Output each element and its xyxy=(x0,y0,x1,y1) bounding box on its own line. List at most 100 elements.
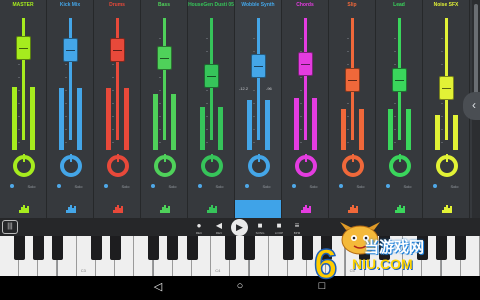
pan-knob[interactable] xyxy=(12,154,35,177)
mute-toggle[interactable] xyxy=(385,184,390,188)
channel-type-icon[interactable] xyxy=(394,204,406,213)
mixer-strip-4[interactable]: Bass Solo xyxy=(141,0,188,218)
mute-toggle[interactable] xyxy=(9,184,14,188)
solo-button[interactable]: Solo xyxy=(357,184,365,189)
fader-scale-tick xyxy=(440,103,443,104)
mixer-strip-5[interactable]: HouseGen Dusti 05 Solo xyxy=(188,0,235,218)
mute-toggle[interactable] xyxy=(103,184,108,188)
tempo-icon[interactable]: ≡ xyxy=(291,221,303,230)
level-meter xyxy=(293,98,299,150)
mixer-strip-7[interactable]: Chords Solo xyxy=(282,0,329,218)
fader-scale-tick xyxy=(393,129,396,130)
pan-knob[interactable] xyxy=(294,154,317,177)
piano-black-key[interactable] xyxy=(186,236,198,260)
mute-toggle[interactable] xyxy=(197,184,202,188)
volume-fader[interactable] xyxy=(63,38,78,62)
fader-track[interactable] xyxy=(116,18,119,140)
selected-channel-indicator[interactable] xyxy=(235,200,281,218)
pan-knob[interactable] xyxy=(388,154,411,177)
watermark-brand: 6 xyxy=(314,240,337,282)
piano-black-key[interactable] xyxy=(167,236,179,260)
fader-scale-tick xyxy=(252,103,255,104)
pan-knob[interactable] xyxy=(247,154,270,177)
fader-track[interactable] xyxy=(69,18,72,140)
solo-button[interactable]: Solo xyxy=(169,184,177,189)
mixer-strip-2[interactable]: Kick Mix Solo xyxy=(47,0,94,218)
volume-fader[interactable] xyxy=(439,76,454,100)
piano-black-key[interactable] xyxy=(32,236,44,260)
piano-black-key[interactable] xyxy=(224,236,236,260)
fader-scale-tick xyxy=(252,90,255,91)
channel-type-icon[interactable] xyxy=(112,204,124,213)
fader-scale-tick xyxy=(205,38,208,39)
channel-type-icon[interactable] xyxy=(441,204,453,213)
pattern-icon[interactable]: ■ xyxy=(254,221,266,230)
volume-fader[interactable] xyxy=(298,52,313,76)
solo-button[interactable]: Solo xyxy=(75,184,83,189)
channel-type-icon[interactable] xyxy=(18,204,30,213)
strip-name: HouseGen Dusti 05 xyxy=(188,2,234,8)
mute-toggle[interactable] xyxy=(291,184,296,188)
fader-track[interactable] xyxy=(163,18,166,140)
pan-knob[interactable] xyxy=(341,154,364,177)
fader-scale-tick xyxy=(158,38,161,39)
fader-track[interactable] xyxy=(257,18,260,140)
mixer-strip-9[interactable]: Lead Solo xyxy=(376,0,423,218)
channel-type-icon[interactable] xyxy=(347,204,359,213)
volume-fader[interactable] xyxy=(392,68,407,92)
pan-knob[interactable] xyxy=(435,154,458,177)
record-icon[interactable]: ● xyxy=(193,221,205,230)
piano-black-key[interactable] xyxy=(148,236,160,260)
mute-toggle[interactable] xyxy=(150,184,155,188)
pan-knob-center xyxy=(392,159,407,173)
level-meter xyxy=(340,109,346,150)
solo-button[interactable]: Solo xyxy=(28,184,36,189)
pan-knob[interactable] xyxy=(59,154,82,177)
channel-type-icon[interactable] xyxy=(159,204,171,213)
volume-fader[interactable] xyxy=(345,68,360,92)
fader-scale-tick xyxy=(158,90,161,91)
solo-button[interactable]: Solo xyxy=(216,184,224,189)
volume-fader[interactable] xyxy=(204,64,219,88)
mixer-strip-1[interactable]: MASTER Solo xyxy=(0,0,47,218)
channel-type-icon[interactable] xyxy=(300,204,312,213)
pattern-label: SONG xyxy=(255,231,265,235)
side-panel-tab[interactable]: ‹ xyxy=(463,92,480,120)
pan-knob[interactable] xyxy=(200,154,223,177)
mixer-strip-6[interactable]: Wobble Synth Solo -12.2 -96 xyxy=(235,0,282,218)
rewind-icon[interactable]: ◀ xyxy=(213,221,225,230)
mixer-menu-icon[interactable]: ||| xyxy=(2,220,18,234)
pan-knob[interactable] xyxy=(153,154,176,177)
play-button[interactable]: ▶ xyxy=(231,219,248,236)
volume-fader[interactable] xyxy=(251,54,266,78)
channel-type-icon[interactable] xyxy=(65,204,77,213)
mute-toggle[interactable] xyxy=(244,184,249,188)
piano-black-key[interactable] xyxy=(109,236,121,260)
home-icon[interactable]: ○ xyxy=(230,280,250,292)
solo-button[interactable]: Solo xyxy=(122,184,130,189)
piano-black-key[interactable] xyxy=(282,236,294,260)
strip-name: Slip xyxy=(347,2,357,8)
piano-black-key[interactable] xyxy=(244,236,256,260)
pan-knob[interactable] xyxy=(106,154,129,177)
volume-fader[interactable] xyxy=(16,36,31,60)
mute-toggle[interactable] xyxy=(338,184,343,188)
volume-fader[interactable] xyxy=(110,38,125,62)
piano-black-key[interactable] xyxy=(90,236,102,260)
solo-button[interactable]: Solo xyxy=(263,184,271,189)
mute-toggle[interactable] xyxy=(432,184,437,188)
solo-button[interactable]: Solo xyxy=(310,184,318,189)
solo-button[interactable]: Solo xyxy=(451,184,459,189)
back-icon[interactable]: ◁ xyxy=(148,280,168,293)
solo-button[interactable]: Solo xyxy=(404,184,412,189)
stop-icon[interactable]: ■ xyxy=(273,221,285,230)
fader-scale-tick xyxy=(440,142,443,143)
mute-toggle[interactable] xyxy=(56,184,61,188)
mixer-strip-8[interactable]: Slip Solo xyxy=(329,0,376,218)
channel-type-icon[interactable] xyxy=(206,204,218,213)
volume-fader[interactable] xyxy=(157,46,172,70)
mixer-strip-3[interactable]: Drums Solo xyxy=(94,0,141,218)
piano-black-key[interactable] xyxy=(13,236,25,260)
fader-track[interactable] xyxy=(304,18,307,140)
piano-black-key[interactable] xyxy=(52,236,64,260)
